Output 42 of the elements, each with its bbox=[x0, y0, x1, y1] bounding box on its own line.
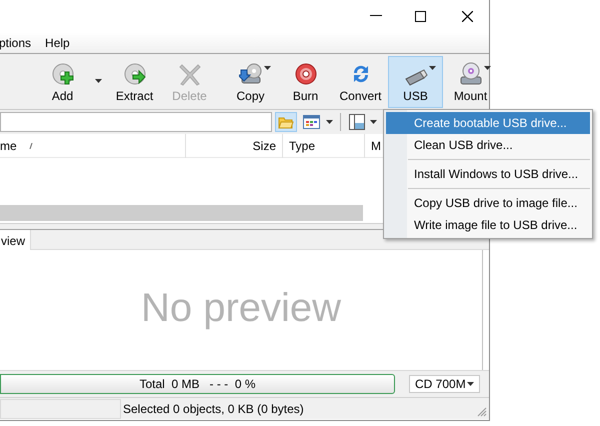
menu-item[interactable]: Create bootable USB drive... bbox=[386, 112, 590, 134]
disc-copy-icon bbox=[238, 62, 262, 86]
folder-icon bbox=[278, 116, 294, 128]
menu-item[interactable]: ptions bbox=[0, 34, 32, 52]
no-preview-message: No preview bbox=[140, 285, 342, 332]
drive-disc-icon bbox=[458, 62, 482, 86]
tab[interactable]: view bbox=[0, 230, 32, 251]
caret-icon[interactable] bbox=[95, 78, 102, 82]
extract-button[interactable]: Extract bbox=[107, 56, 162, 108]
convert-button[interactable]: Convert bbox=[333, 56, 388, 108]
menu-item[interactable]: Write image file to USB drive... bbox=[386, 214, 590, 236]
layout-icon[interactable] bbox=[349, 114, 365, 130]
burn-button[interactable]: Burn bbox=[278, 56, 333, 108]
menu-item[interactable]: Help bbox=[45, 34, 70, 52]
disc-plus-icon bbox=[50, 62, 74, 86]
close-icon[interactable] bbox=[462, 10, 473, 22]
caret-icon[interactable] bbox=[370, 120, 377, 124]
mount-button[interactable]: Mount bbox=[443, 56, 498, 108]
copy-button[interactable]: Copy bbox=[223, 56, 278, 108]
column-header[interactable]: me bbox=[0, 136, 17, 154]
cross-icon bbox=[178, 62, 202, 86]
usb-button[interactable]: USB bbox=[388, 56, 443, 108]
menu-item[interactable]: Copy USB drive to image file... bbox=[386, 192, 590, 214]
column-header[interactable]: M bbox=[371, 136, 381, 154]
status-text: Selected 0 objects, 0 KB (0 bytes) bbox=[123, 400, 304, 418]
disc-size-dropdown[interactable]: CD 700M bbox=[409, 375, 480, 393]
path-field[interactable] bbox=[0, 112, 272, 132]
scrollbar-thumb[interactable] bbox=[0, 205, 363, 221]
minimize-icon[interactable] bbox=[370, 15, 382, 17]
resize-grip-icon[interactable] bbox=[477, 407, 487, 417]
menu-item[interactable]: Clean USB drive... bbox=[386, 134, 590, 156]
capacity-text: Total 0 MB - - - 0 % bbox=[139, 376, 256, 393]
disc-icon bbox=[294, 62, 318, 86]
column-header[interactable]: Type bbox=[289, 136, 316, 154]
menu-item[interactable]: Install Windows to USB drive... bbox=[386, 163, 590, 185]
caret-icon bbox=[467, 382, 474, 386]
caret-icon[interactable] bbox=[326, 120, 333, 124]
sort-icon bbox=[28, 142, 33, 148]
add-button[interactable]: Add bbox=[35, 56, 90, 108]
maximize-icon[interactable] bbox=[415, 10, 426, 22]
column-header[interactable]: Size bbox=[252, 136, 276, 154]
grid-view-icon[interactable] bbox=[303, 115, 320, 129]
